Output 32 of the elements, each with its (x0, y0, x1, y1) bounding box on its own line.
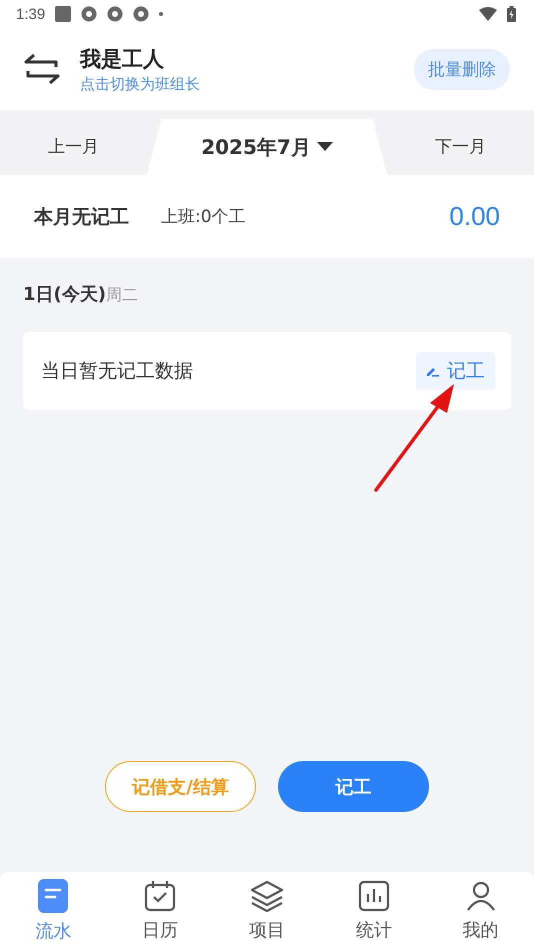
nav-tab[interactable]: 日历 (106, 872, 214, 950)
summary-label: 本月无记工 (34, 204, 129, 230)
dropdown-icon (316, 142, 333, 152)
role-title: 我是工人 (80, 46, 165, 72)
pencil-icon (426, 365, 439, 377)
attendance-text: 上班:0个工 (161, 206, 246, 228)
month-picker-tab[interactable]: 2025年7月 (147, 119, 387, 175)
nav-tab[interactable]: 项目 (214, 872, 320, 950)
status-time: 1:39 (16, 6, 46, 22)
app-notification-icon (133, 6, 150, 22)
nav-tab[interactable]: 统计 (320, 872, 428, 950)
switch-icon[interactable] (24, 52, 60, 86)
next-month-button[interactable]: 下一月 (387, 110, 534, 175)
calendar-icon (144, 880, 176, 912)
prev-month-button[interactable]: 上一月 (0, 110, 147, 175)
record-work-button[interactable]: 记工 (278, 761, 429, 812)
battery-icon (507, 6, 516, 22)
wifi-icon (479, 7, 497, 21)
more-dot-icon (159, 12, 164, 16)
user-icon (464, 880, 497, 912)
layers-icon (250, 880, 284, 912)
nav-tab[interactable]: 我的 (427, 872, 534, 950)
weekday-label: 周二 (106, 285, 138, 306)
app-notification-icon (107, 6, 124, 22)
app-notification-icon (81, 6, 98, 22)
chart-icon (358, 880, 390, 912)
record-work-button[interactable]: 记工 (416, 352, 495, 390)
square-icon (55, 6, 72, 22)
amount-text: 0.00 (449, 201, 500, 232)
empty-text: 当日暂无记工数据 (41, 359, 193, 384)
document-icon (38, 879, 68, 913)
date-label: 1日(今天) (23, 283, 106, 306)
